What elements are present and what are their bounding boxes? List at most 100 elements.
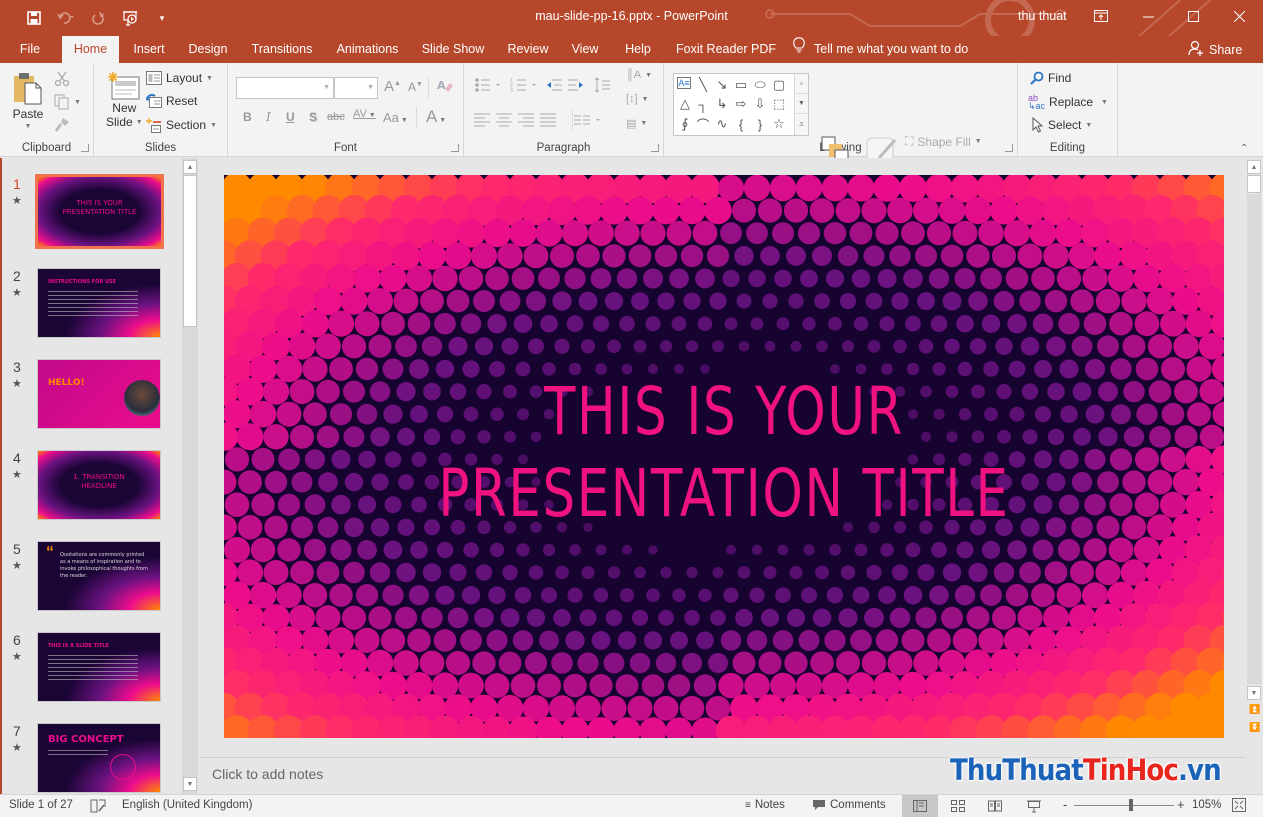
right-arrow-shape-icon[interactable]: ⇨ (733, 96, 749, 112)
comments-toggle-button[interactable]: Comments (812, 799, 886, 811)
thumbnail-image[interactable]: 1. TRANSITION HEADLINE (37, 450, 161, 520)
reset-button[interactable]: Reset (146, 94, 197, 108)
underline-button[interactable]: U (286, 110, 295, 124)
slide-thumbnail-4[interactable]: 4 ★ 1. TRANSITION HEADLINE (2, 450, 182, 530)
reading-view-button[interactable] (977, 795, 1013, 817)
elbow-arrow-connector-shape-icon[interactable]: ↳ (714, 96, 730, 112)
collapse-ribbon-icon[interactable]: ⌃ (1240, 143, 1248, 154)
thumbnail-image[interactable]: BIG CONCEPT (37, 723, 161, 793)
thumbnail-image[interactable]: HELLO! (37, 359, 161, 429)
cut-button[interactable] (54, 71, 70, 87)
shapes-gallery[interactable]: A≡ ╲ ↘ ▭ ⬭ ▢ △ ┐ ↳ ⇨ ⇩ ⬚ ∮ ⌒ ∿ { } ☆ ▲ ▼… (673, 73, 809, 136)
current-slide[interactable]: THIS IS YOUR PRESENTATION TITLE (224, 175, 1224, 738)
next-slide-icon[interactable]: ⏬ (1249, 722, 1260, 733)
tab-insert[interactable]: Insert (126, 36, 172, 63)
convert-to-smartart-icon[interactable]: ▤ ▼ (626, 117, 647, 130)
user-account[interactable]: thu thuat (1018, 9, 1067, 23)
language-indicator[interactable]: English (United Kingdom) (122, 799, 252, 811)
tell-me-search[interactable]: Tell me what you want to do (793, 36, 968, 63)
slide-title-line-1[interactable]: THIS IS YOUR (334, 373, 1114, 450)
tab-design[interactable]: Design (182, 36, 234, 63)
paragraph-dialog-launcher[interactable] (651, 144, 659, 152)
zoom-slider-track[interactable] (1074, 805, 1174, 806)
arrow-line-shape-icon[interactable]: ↘ (714, 77, 730, 93)
share-button[interactable]: Share (1188, 36, 1242, 63)
font-color-button[interactable]: A ▼ (426, 107, 446, 127)
thumbnail-scrollbar[interactable]: ▲ ▼ (182, 158, 198, 794)
slide-title-line-2[interactable]: PRESENTATION TITLE (334, 455, 1114, 532)
minimize-icon[interactable] (1125, 0, 1171, 32)
left-brace-shape-icon[interactable]: { (733, 116, 749, 132)
thumbnail-image[interactable]: “ Quotations are commonly printed as a me… (37, 541, 161, 611)
align-text-icon[interactable]: [↕] ▼ (626, 93, 649, 105)
font-size-combo[interactable]: ▼ (334, 77, 378, 99)
slide-show-view-button[interactable] (1016, 795, 1052, 817)
tab-review[interactable]: Review (502, 36, 554, 63)
oval-shape-icon[interactable]: ⬭ (752, 77, 768, 93)
elbow-connector-shape-icon[interactable]: ┐ (695, 96, 711, 112)
down-arrow-shape-icon[interactable]: ⇩ (752, 96, 768, 112)
scroll-thumb[interactable] (1247, 175, 1261, 193)
tab-file[interactable]: File (10, 36, 50, 63)
scroll-down-icon[interactable]: ▼ (183, 777, 197, 791)
zoom-level[interactable]: 105% (1192, 799, 1221, 811)
rounded-rectangle-shape-icon[interactable]: ▢ (771, 77, 787, 93)
section-button[interactable]: Section ▼ (146, 117, 217, 133)
star-shape-icon[interactable]: ☆ (771, 116, 787, 132)
tab-help[interactable]: Help (618, 36, 658, 63)
normal-view-button[interactable] (902, 795, 938, 817)
previous-slide-icon[interactable]: ⏫ (1249, 704, 1260, 715)
paste-button[interactable]: Paste ▼ (12, 71, 44, 130)
right-brace-shape-icon[interactable]: } (752, 116, 768, 132)
zoom-slider-thumb[interactable] (1128, 799, 1133, 811)
scroll-up-icon[interactable]: ▲ (183, 160, 197, 174)
slide-thumbnail-1[interactable]: 1 ★ THIS IS YOUR PRESENTATION TITLE (2, 174, 182, 256)
rectangle-shape-icon[interactable]: ▭ (733, 77, 749, 93)
scroll-up-icon[interactable]: ▲ (1247, 160, 1261, 174)
slide-scrollbar[interactable]: ▲ ▼ ⏫ ⏬ (1246, 158, 1262, 756)
text-direction-icon[interactable]: ║A ▼ (626, 69, 652, 81)
spell-check-icon[interactable] (90, 799, 106, 813)
shape-fill-button[interactable]: ⛶ Shape Fill ▼ (905, 134, 982, 149)
freeform-shape-icon[interactable]: ⬚ (771, 96, 787, 112)
tab-home[interactable]: Home (62, 36, 119, 64)
tab-view[interactable]: View (566, 36, 604, 63)
find-button[interactable]: Find (1030, 71, 1071, 85)
strikethrough-button[interactable]: abc (327, 111, 345, 123)
select-button[interactable]: Select ▼ (1032, 117, 1092, 133)
text-box-shape-icon[interactable]: A≡ (677, 77, 691, 89)
format-painter-button[interactable] (54, 117, 70, 133)
character-spacing-button[interactable]: AV ▼ (353, 108, 376, 120)
tab-transitions[interactable]: Transitions (245, 36, 319, 63)
scroll-thumb[interactable] (183, 175, 197, 327)
bold-button[interactable]: B (243, 110, 252, 124)
slide-thumbnail-7[interactable]: 7 ★ BIG CONCEPT (2, 723, 182, 794)
clipboard-dialog-launcher[interactable] (81, 144, 89, 152)
thumbnail-image[interactable]: THIS IS YOUR PRESENTATION TITLE (35, 174, 164, 249)
slide-thumbnail-2[interactable]: 2 ★ INSTRUCTIONS FOR USE (2, 268, 182, 348)
font-name-combo[interactable]: ▼ (236, 77, 334, 99)
zoom-in-button[interactable]: + (1177, 797, 1185, 812)
notes-placeholder[interactable]: Click to add notes (212, 766, 323, 782)
triangle-shape-icon[interactable]: △ (677, 96, 693, 112)
font-dialog-launcher[interactable] (451, 144, 459, 152)
layout-button[interactable]: Layout ▼ (146, 71, 213, 85)
thumbnail-image[interactable]: THIS IS A SLIDE TITLE (37, 632, 161, 702)
zoom-out-button[interactable]: - (1063, 797, 1067, 812)
slide-thumbnail-3[interactable]: 3 ★ HELLO! (2, 359, 182, 439)
tab-foxit-reader-pdf[interactable]: Foxit Reader PDF (670, 36, 782, 63)
slide-counter[interactable]: Slide 1 of 27 (9, 799, 73, 811)
scribble-shape-icon[interactable]: ∮ (677, 116, 693, 132)
line-shape-icon[interactable]: ╲ (695, 77, 711, 93)
fit-to-window-button[interactable] (1232, 798, 1246, 812)
replace-button[interactable]: ab ↳ac Replace ▼ (1028, 94, 1108, 111)
thumbnail-image[interactable]: INSTRUCTIONS FOR USE (37, 268, 161, 338)
ribbon-display-options-icon[interactable] (1078, 0, 1124, 32)
tab-animations[interactable]: Animations (330, 36, 405, 63)
new-slide-button[interactable]: New Slide ▼ (106, 71, 143, 129)
slide-thumbnail-5[interactable]: 5 ★ “ Quotations are commonly printed as a … (2, 541, 182, 621)
drawing-dialog-launcher[interactable] (1005, 144, 1013, 152)
copy-button[interactable]: ▼ (54, 94, 81, 110)
change-case-button[interactable]: Aa ▼ (383, 110, 408, 125)
maximize-icon[interactable] (1170, 0, 1216, 32)
